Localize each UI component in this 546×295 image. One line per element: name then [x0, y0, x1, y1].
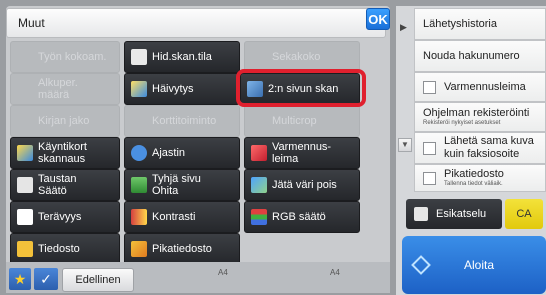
sharpness-aa-icon [17, 209, 33, 225]
selection-highlight [236, 69, 366, 107]
timer-button[interactable]: Ajastin [124, 137, 240, 169]
page-title: Muut [18, 16, 45, 30]
send-history-button[interactable]: Lähetyshistoria [414, 8, 546, 40]
hid-scan-status-button[interactable]: Hid.skan.tila [124, 41, 240, 73]
preview-button[interactable]: Esikatselu [406, 199, 502, 229]
contrast-button[interactable]: Kontrasti [124, 201, 240, 233]
multicrop-button: Multicrop [244, 105, 360, 137]
card-shot-button: Korttitoiminto [124, 105, 240, 137]
title-bar [6, 8, 386, 38]
start-button[interactable]: Aloita [402, 236, 546, 294]
blank-page-skip-button[interactable]: Tyhjä sivu Ohita [124, 169, 240, 201]
verification-stamp-checkbox[interactable] [423, 80, 436, 94]
sharpness-button[interactable]: Terävyys [10, 201, 120, 233]
previous-button[interactable]: Edellinen [62, 268, 134, 292]
original-count-button: Alkuper. määrä [10, 73, 120, 105]
rgb-adjust-button[interactable]: RGB säätö [244, 201, 360, 233]
star-icon[interactable]: ★ [9, 268, 31, 290]
contrast-icon [131, 209, 147, 225]
send-same-as-fax-row[interactable]: Lähetä sama kuva kuin faksiosoite [414, 132, 546, 164]
card-scan-button[interactable]: Käyntikort skannaus [10, 137, 120, 169]
start-diamond-icon [411, 255, 431, 275]
folder-icon [17, 241, 33, 257]
check-icon[interactable]: ✓ [34, 268, 58, 290]
color-drop-button[interactable]: Jätä väri pois [244, 169, 360, 201]
business-card-icon [17, 145, 33, 161]
clock-icon [131, 145, 147, 161]
rgb-sliders-icon [251, 209, 267, 225]
collapse-arrow-icon[interactable]: ▶ [400, 22, 407, 33]
fade-button[interactable]: Häivytys [124, 73, 240, 105]
tray-size-right: A4 [330, 268, 340, 277]
quick-file-icon [131, 241, 147, 257]
job-build-button: Työn kokoam. [10, 41, 120, 73]
fade-arrow-icon [131, 81, 147, 97]
trash-can-icon [131, 177, 147, 193]
quick-file-button[interactable]: Pikatiedosto [124, 233, 240, 265]
document-icon [131, 49, 147, 65]
book-divide-button: Kirjan jako [10, 105, 120, 137]
quick-file-checkbox[interactable] [423, 171, 436, 185]
address-recall-button[interactable]: Nouda hakunumero [414, 40, 546, 72]
tray-size-left: A4 [218, 268, 228, 277]
preview-icon [414, 207, 428, 221]
scroll-down-icon[interactable]: ▼ [398, 138, 412, 152]
ok-button[interactable]: OK [366, 8, 390, 30]
background-adjust-button[interactable]: Taustan Säätö [10, 169, 120, 201]
send-same-as-fax-checkbox[interactable] [423, 141, 436, 155]
program-register-button[interactable]: Ohjelman rekisteröinti Rekisteröi nykyis… [414, 102, 546, 132]
quick-file-text: Pikatiedosto Tallenna tiedot väliaik. [444, 168, 504, 187]
file-button[interactable]: Tiedosto [10, 233, 120, 265]
quick-file-checkbox-row[interactable]: Pikatiedosto Tallenna tiedot väliaik. [414, 164, 546, 192]
verification-stamp-button[interactable]: Varmennus- leima [244, 137, 360, 169]
background-page-icon [17, 177, 33, 193]
stamp-icon [251, 145, 267, 161]
verification-stamp-checkbox-row[interactable]: Varmennusleima [414, 72, 546, 102]
clear-all-button[interactable]: CA [505, 199, 543, 229]
color-drop-icon [251, 177, 267, 193]
